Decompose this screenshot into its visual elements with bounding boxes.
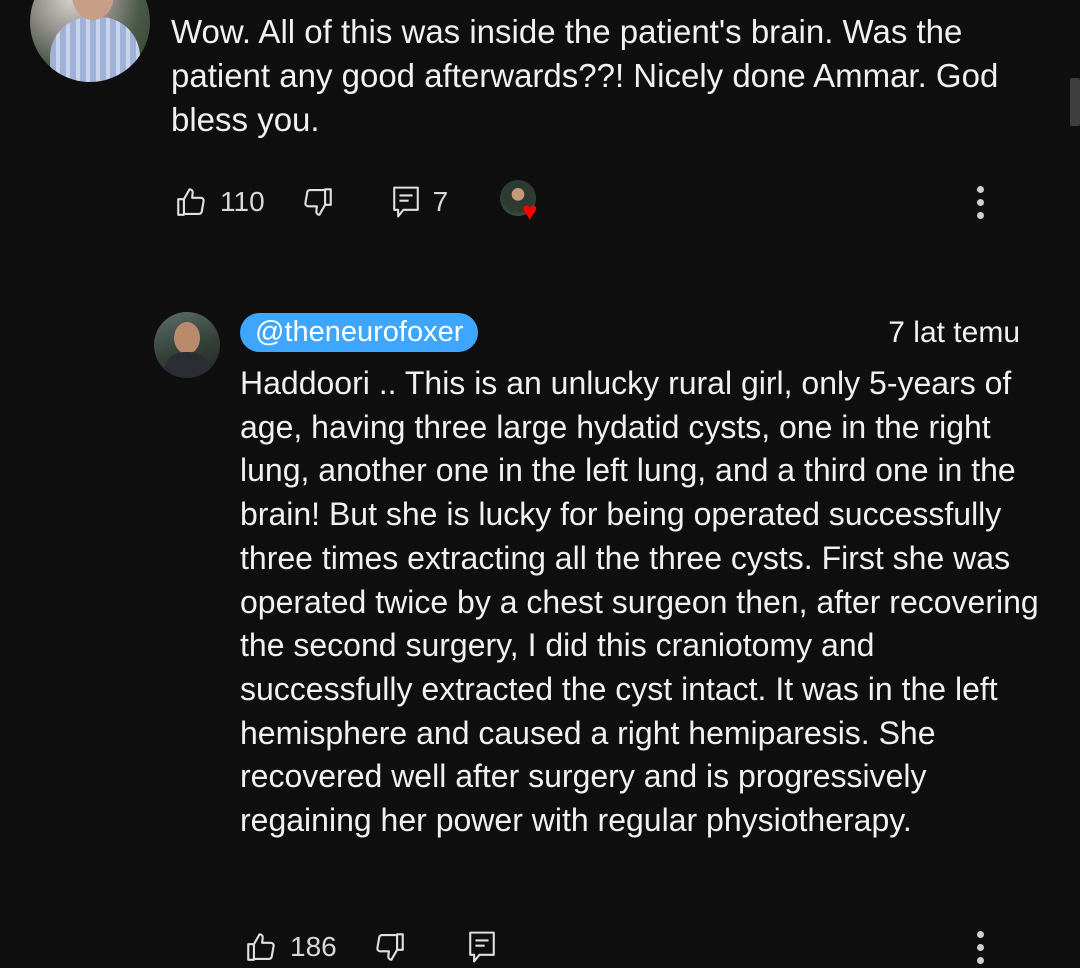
reply-reply-button[interactable]	[467, 930, 497, 964]
heart-icon: ♥	[522, 196, 538, 226]
dislike-button[interactable]	[301, 185, 335, 219]
like-count: 110	[220, 186, 265, 217]
like-button[interactable]: 110	[174, 185, 265, 219]
reply-more-options-button[interactable]	[970, 922, 990, 968]
reply-like-count: 186	[290, 931, 337, 962]
reply-timestamp: 7 lat temu	[888, 316, 1020, 349]
reply-button[interactable]: 7	[391, 185, 449, 219]
comment-icon	[391, 185, 421, 219]
reply-dislike-button[interactable]	[373, 930, 407, 964]
creator-heart: ♥	[500, 180, 540, 224]
more-options-button[interactable]	[970, 177, 990, 227]
comment-icon	[467, 930, 497, 964]
reply-count: 7	[432, 186, 449, 217]
thumbs-down-icon	[301, 185, 335, 219]
reply-like-button[interactable]: 186	[244, 930, 337, 964]
comments-page: Wow. All of this was inside the patient'…	[0, 0, 1080, 968]
reply-avatar[interactable]	[154, 312, 220, 378]
commenter-avatar[interactable]	[30, 0, 150, 82]
thumbs-up-icon	[244, 930, 278, 964]
comment-actions: 110 7	[174, 177, 448, 227]
author-chip[interactable]: @theneurofoxer	[240, 313, 479, 352]
thumbs-down-icon	[373, 930, 407, 964]
reply-text: Haddoori .. This is an unlucky rural gir…	[240, 365, 1039, 839]
thumbs-up-icon	[174, 185, 208, 219]
comment-text: Wow. All of this was inside the patient'…	[171, 13, 999, 138]
scrollbar-thumb[interactable]	[1070, 78, 1080, 126]
reply-actions: 186	[244, 922, 497, 968]
